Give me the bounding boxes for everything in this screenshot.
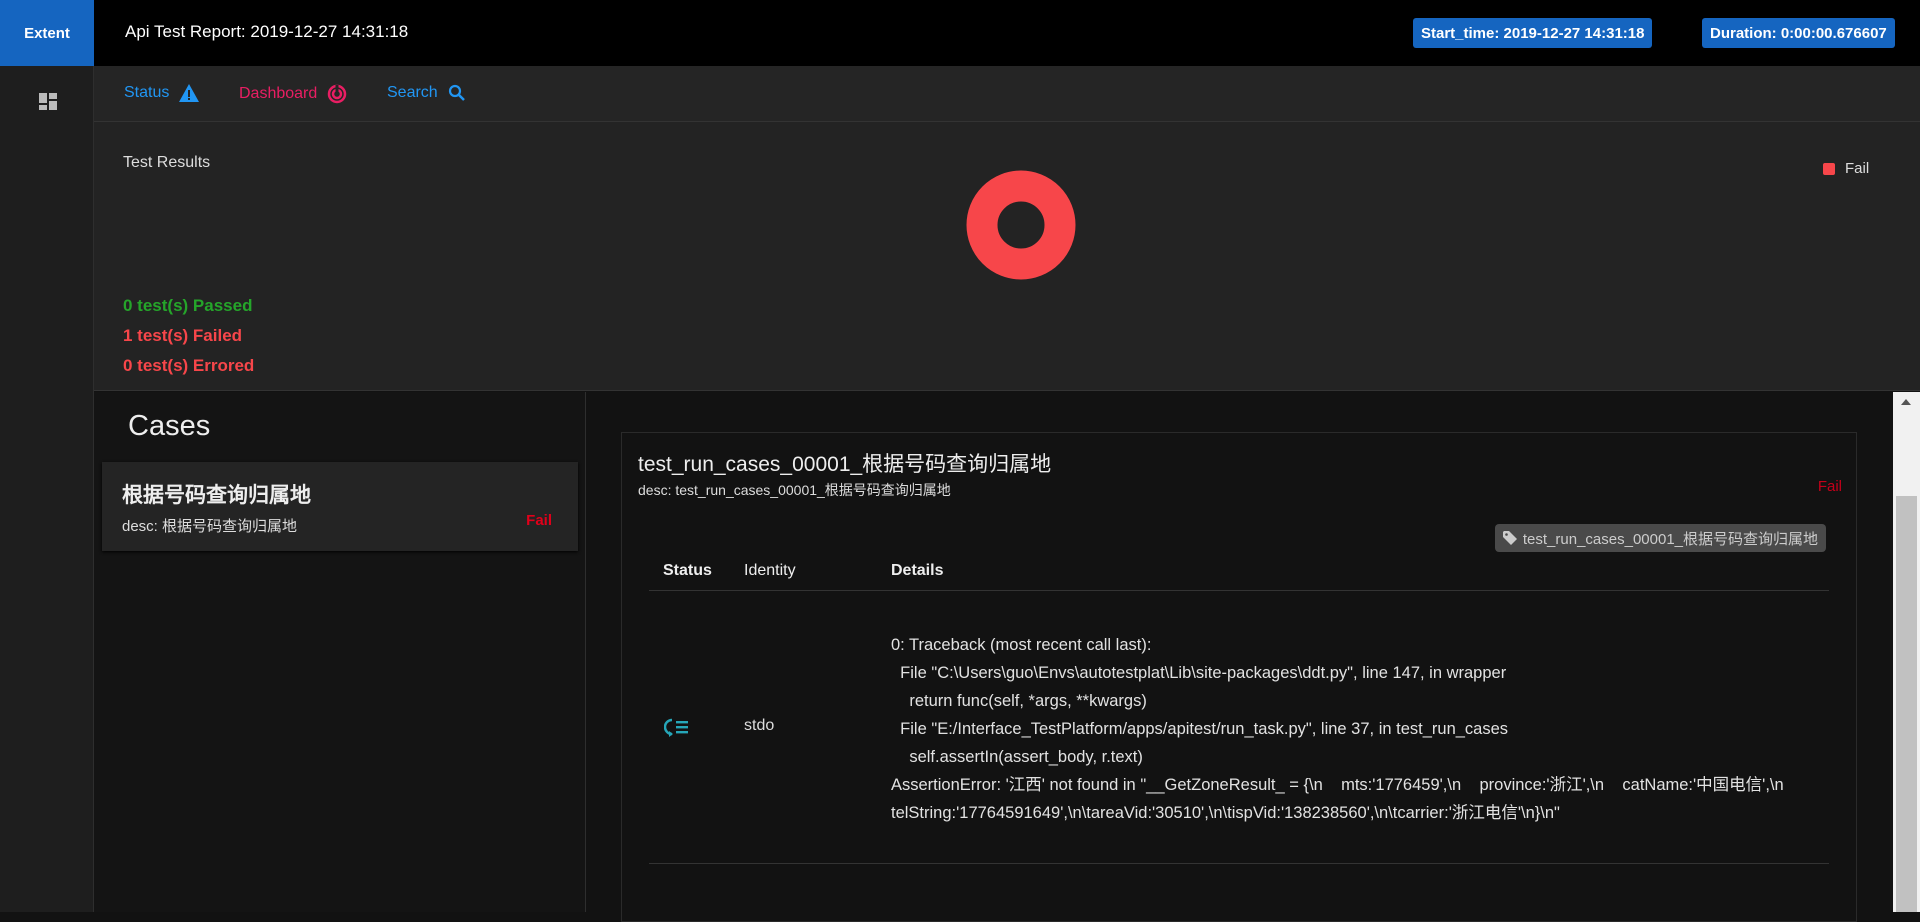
tag-label: test_run_cases_00001_根据号码查询归属地	[1522, 530, 1818, 548]
test-detail-card: test_run_cases_00001_根据号码查询归属地 desc: tes…	[621, 432, 1857, 922]
start-time-badge: Start_time: 2019-12-27 14:31:18	[1413, 18, 1653, 48]
results-donut-chart	[966, 170, 1076, 280]
nav-dashboard[interactable]: Dashboard	[239, 84, 347, 104]
chart-legend: Fail	[1823, 160, 1869, 177]
duration-badge: Duration: 0:00:00.676607	[1702, 18, 1895, 48]
fail-slice	[966, 170, 1076, 280]
brand-logo[interactable]: Extent	[0, 0, 94, 66]
test-desc: desc: test_run_cases_00001_根据号码查询归属地	[638, 482, 951, 498]
test-title: test_run_cases_00001_根据号码查询归属地	[638, 453, 1052, 476]
legend-fail-label: Fail	[1845, 160, 1870, 177]
tag-icon	[1502, 531, 1517, 545]
sidebar	[0, 66, 94, 912]
scrollbar[interactable]	[1893, 392, 1920, 912]
case-name: 根据号码查询归属地	[122, 484, 311, 507]
nav-dashboard-label: Dashboard	[239, 85, 318, 102]
scrollbar-thumb[interactable]	[1896, 496, 1917, 912]
test-results-title: Test Results	[123, 154, 211, 171]
row-divider	[649, 863, 1829, 864]
test-status: Fail	[1817, 478, 1842, 495]
report-title: Api Test Report: 2019-12-27 14:31:18	[125, 22, 409, 41]
col-identity: Identity	[744, 562, 796, 579]
category-tag[interactable]: test_run_cases_00001_根据号码查询归属地	[1494, 524, 1826, 552]
nav-bar: Status Dashboard Search	[94, 66, 1920, 122]
search-icon	[448, 84, 465, 101]
dashboard-icon[interactable]	[39, 93, 57, 110]
header-divider	[649, 590, 1829, 591]
radar-icon	[328, 84, 347, 104]
scroll-up-arrow-icon[interactable]	[1901, 399, 1911, 405]
row-details: 0: Traceback (most recent call last): Fi…	[891, 636, 1784, 822]
legend-fail-swatch	[1823, 162, 1835, 175]
errored-count: 0 test(s) Errored	[123, 356, 255, 375]
cases-title: Cases	[128, 410, 211, 442]
test-results-panel: Test Results Fail 0 test(s) Passed 1 tes…	[94, 122, 1920, 391]
row-identity: stdo	[744, 717, 775, 734]
cases-panel: Cases 根据号码查询归属地 desc: 根据号码查询归属地 Fail	[94, 392, 586, 912]
case-desc: desc: 根据号码查询归属地	[122, 518, 298, 535]
warning-icon	[179, 84, 200, 102]
col-status: Status	[663, 562, 712, 579]
failed-count: 1 test(s) Failed	[123, 326, 243, 345]
passed-count: 0 test(s) Passed	[123, 296, 253, 315]
nav-search[interactable]: Search	[387, 84, 466, 102]
nav-search-label: Search	[387, 84, 438, 101]
nav-status[interactable]: Status	[124, 84, 200, 102]
col-details: Details	[891, 562, 944, 579]
case-status: Fail	[526, 512, 552, 529]
log-icon	[664, 718, 688, 737]
case-item[interactable]: 根据号码查询归属地 desc: 根据号码查询归属地 Fail	[102, 462, 578, 551]
top-bar: Extent Api Test Report: 2019-12-27 14:31…	[0, 0, 1920, 66]
nav-status-label: Status	[124, 84, 170, 101]
